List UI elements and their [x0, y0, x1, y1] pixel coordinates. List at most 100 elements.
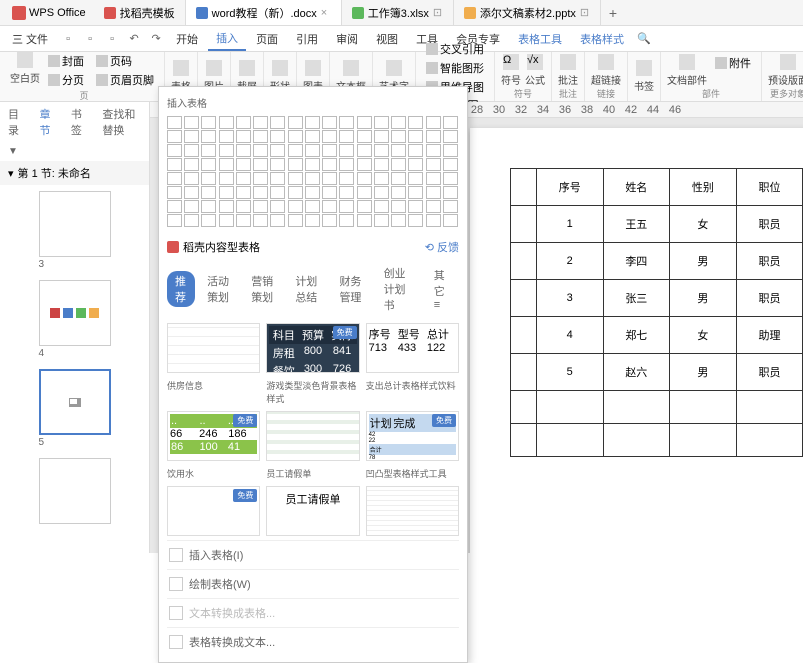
template-tab[interactable]: 推荐: [167, 271, 195, 307]
template-tab[interactable]: 活动策划: [199, 271, 239, 307]
table-cell[interactable]: [670, 424, 737, 457]
grid-cell[interactable]: [253, 200, 268, 213]
grid-cell[interactable]: [184, 214, 199, 227]
grid-cell[interactable]: [391, 144, 406, 157]
table-cell[interactable]: [736, 424, 803, 457]
menu-start[interactable]: 开始: [168, 26, 206, 51]
grid-cell[interactable]: [357, 186, 372, 199]
table-cell[interactable]: [670, 391, 737, 424]
menu-page[interactable]: 页面: [248, 26, 286, 51]
grid-cell[interactable]: [270, 186, 285, 199]
grid-cell[interactable]: [236, 172, 251, 185]
grid-cell[interactable]: [253, 172, 268, 185]
hyperlink-button[interactable]: 超链接链接: [585, 52, 628, 101]
grid-cell[interactable]: [236, 200, 251, 213]
insert-table-menu[interactable]: 插入表格(I): [167, 540, 459, 569]
grid-cell[interactable]: [201, 116, 216, 129]
grid-cell[interactable]: [357, 144, 372, 157]
file-menu[interactable]: 三 文件: [4, 26, 56, 51]
grid-cell[interactable]: [305, 214, 320, 227]
grid-cell[interactable]: [270, 172, 285, 185]
grid-cell[interactable]: [426, 116, 441, 129]
grid-cell[interactable]: [443, 200, 458, 213]
tab-templates[interactable]: 找稻壳模板: [94, 0, 186, 25]
grid-cell[interactable]: [253, 116, 268, 129]
grid-cell[interactable]: [408, 130, 423, 143]
menu-table-style[interactable]: 表格样式: [572, 26, 632, 51]
grid-cell[interactable]: [357, 130, 372, 143]
close-icon[interactable]: ⊡: [580, 6, 590, 19]
grid-cell[interactable]: [253, 214, 268, 227]
grid-cell[interactable]: [443, 172, 458, 185]
menu-table-tools[interactable]: 表格工具: [510, 26, 570, 51]
menu-review[interactable]: 审阅: [328, 26, 366, 51]
grid-cell[interactable]: [322, 130, 337, 143]
grid-cell[interactable]: [391, 130, 406, 143]
grid-cell[interactable]: [408, 186, 423, 199]
grid-cell[interactable]: [408, 144, 423, 157]
table-cell[interactable]: [536, 391, 603, 424]
grid-cell[interactable]: [219, 200, 234, 213]
grid-cell[interactable]: [339, 214, 354, 227]
grid-cell[interactable]: [374, 144, 389, 157]
template-item[interactable]: 员工请假单: [266, 486, 359, 536]
blank-page-icon[interactable]: [17, 52, 33, 68]
grid-cell[interactable]: [201, 130, 216, 143]
grid-cell[interactable]: [236, 116, 251, 129]
table-cell[interactable]: 2: [536, 243, 603, 280]
grid-cell[interactable]: [201, 186, 216, 199]
pagenum-button[interactable]: 页码: [92, 52, 158, 70]
template-item[interactable]: 免费 科目预算实际 房租800841 餐饮300726 购物200427 共计2…: [266, 323, 359, 373]
grid-cell[interactable]: [201, 144, 216, 157]
grid-cell[interactable]: [374, 116, 389, 129]
grid-cell[interactable]: [339, 144, 354, 157]
grid-cell[interactable]: [305, 158, 320, 171]
table-cell[interactable]: 赵六: [603, 354, 670, 391]
table-cell[interactable]: 女: [670, 206, 737, 243]
grid-cell[interactable]: [391, 116, 406, 129]
grid-cell[interactable]: [288, 130, 303, 143]
preview-icon[interactable]: ▫: [102, 29, 122, 49]
grid-cell[interactable]: [339, 116, 354, 129]
table-cell[interactable]: 职员: [736, 243, 803, 280]
bookmark-button[interactable]: 书签: [628, 52, 661, 101]
nav-tab-findreplace[interactable]: 查找和替换: [98, 104, 145, 140]
pagebreak-button[interactable]: 分页: [44, 71, 88, 89]
grid-cell[interactable]: [443, 158, 458, 171]
template-item[interactable]: 序号型号总计 713433122: [366, 323, 459, 373]
grid-cell[interactable]: [167, 116, 182, 129]
grid-cell[interactable]: [305, 130, 320, 143]
table-cell[interactable]: 3: [536, 280, 603, 317]
grid-cell[interactable]: [270, 130, 285, 143]
menu-insert[interactable]: 插入: [208, 26, 246, 51]
save-icon[interactable]: ▫: [58, 29, 78, 49]
grid-cell[interactable]: [322, 158, 337, 171]
grid-cell[interactable]: [374, 158, 389, 171]
table-header-cell[interactable]: 职位: [736, 169, 803, 206]
grid-cell[interactable]: [443, 214, 458, 227]
grid-cell[interactable]: [270, 158, 285, 171]
menu-view[interactable]: 视图: [368, 26, 406, 51]
grid-cell[interactable]: [339, 200, 354, 213]
table-cell[interactable]: [511, 424, 537, 457]
grid-cell[interactable]: [443, 116, 458, 129]
table-cell[interactable]: 男: [670, 280, 737, 317]
crossref-button[interactable]: 交叉引用: [422, 40, 488, 58]
grid-cell[interactable]: [374, 214, 389, 227]
grid-cell[interactable]: [236, 144, 251, 157]
print-icon[interactable]: ▫: [80, 29, 100, 49]
grid-cell[interactable]: [201, 200, 216, 213]
grid-cell[interactable]: [391, 172, 406, 185]
comment-button[interactable]: 批注批注: [552, 52, 585, 101]
grid-cell[interactable]: [357, 214, 372, 227]
tab-pptx[interactable]: 添尔文稿素材2.pptx⊡: [454, 0, 601, 25]
data-table[interactable]: 序号姓名性别职位考核1王五女职员802李四男职员783张三男职员984郑七女助理…: [510, 168, 803, 457]
grid-cell[interactable]: [374, 200, 389, 213]
page-thumbnail[interactable]: [39, 191, 111, 257]
table-cell[interactable]: [511, 354, 537, 391]
page-thumbnail-active[interactable]: [39, 369, 111, 435]
grid-cell[interactable]: [322, 200, 337, 213]
grid-cell[interactable]: [305, 116, 320, 129]
template-tab-more[interactable]: 其它 ≡: [426, 265, 459, 313]
grid-cell[interactable]: [184, 200, 199, 213]
